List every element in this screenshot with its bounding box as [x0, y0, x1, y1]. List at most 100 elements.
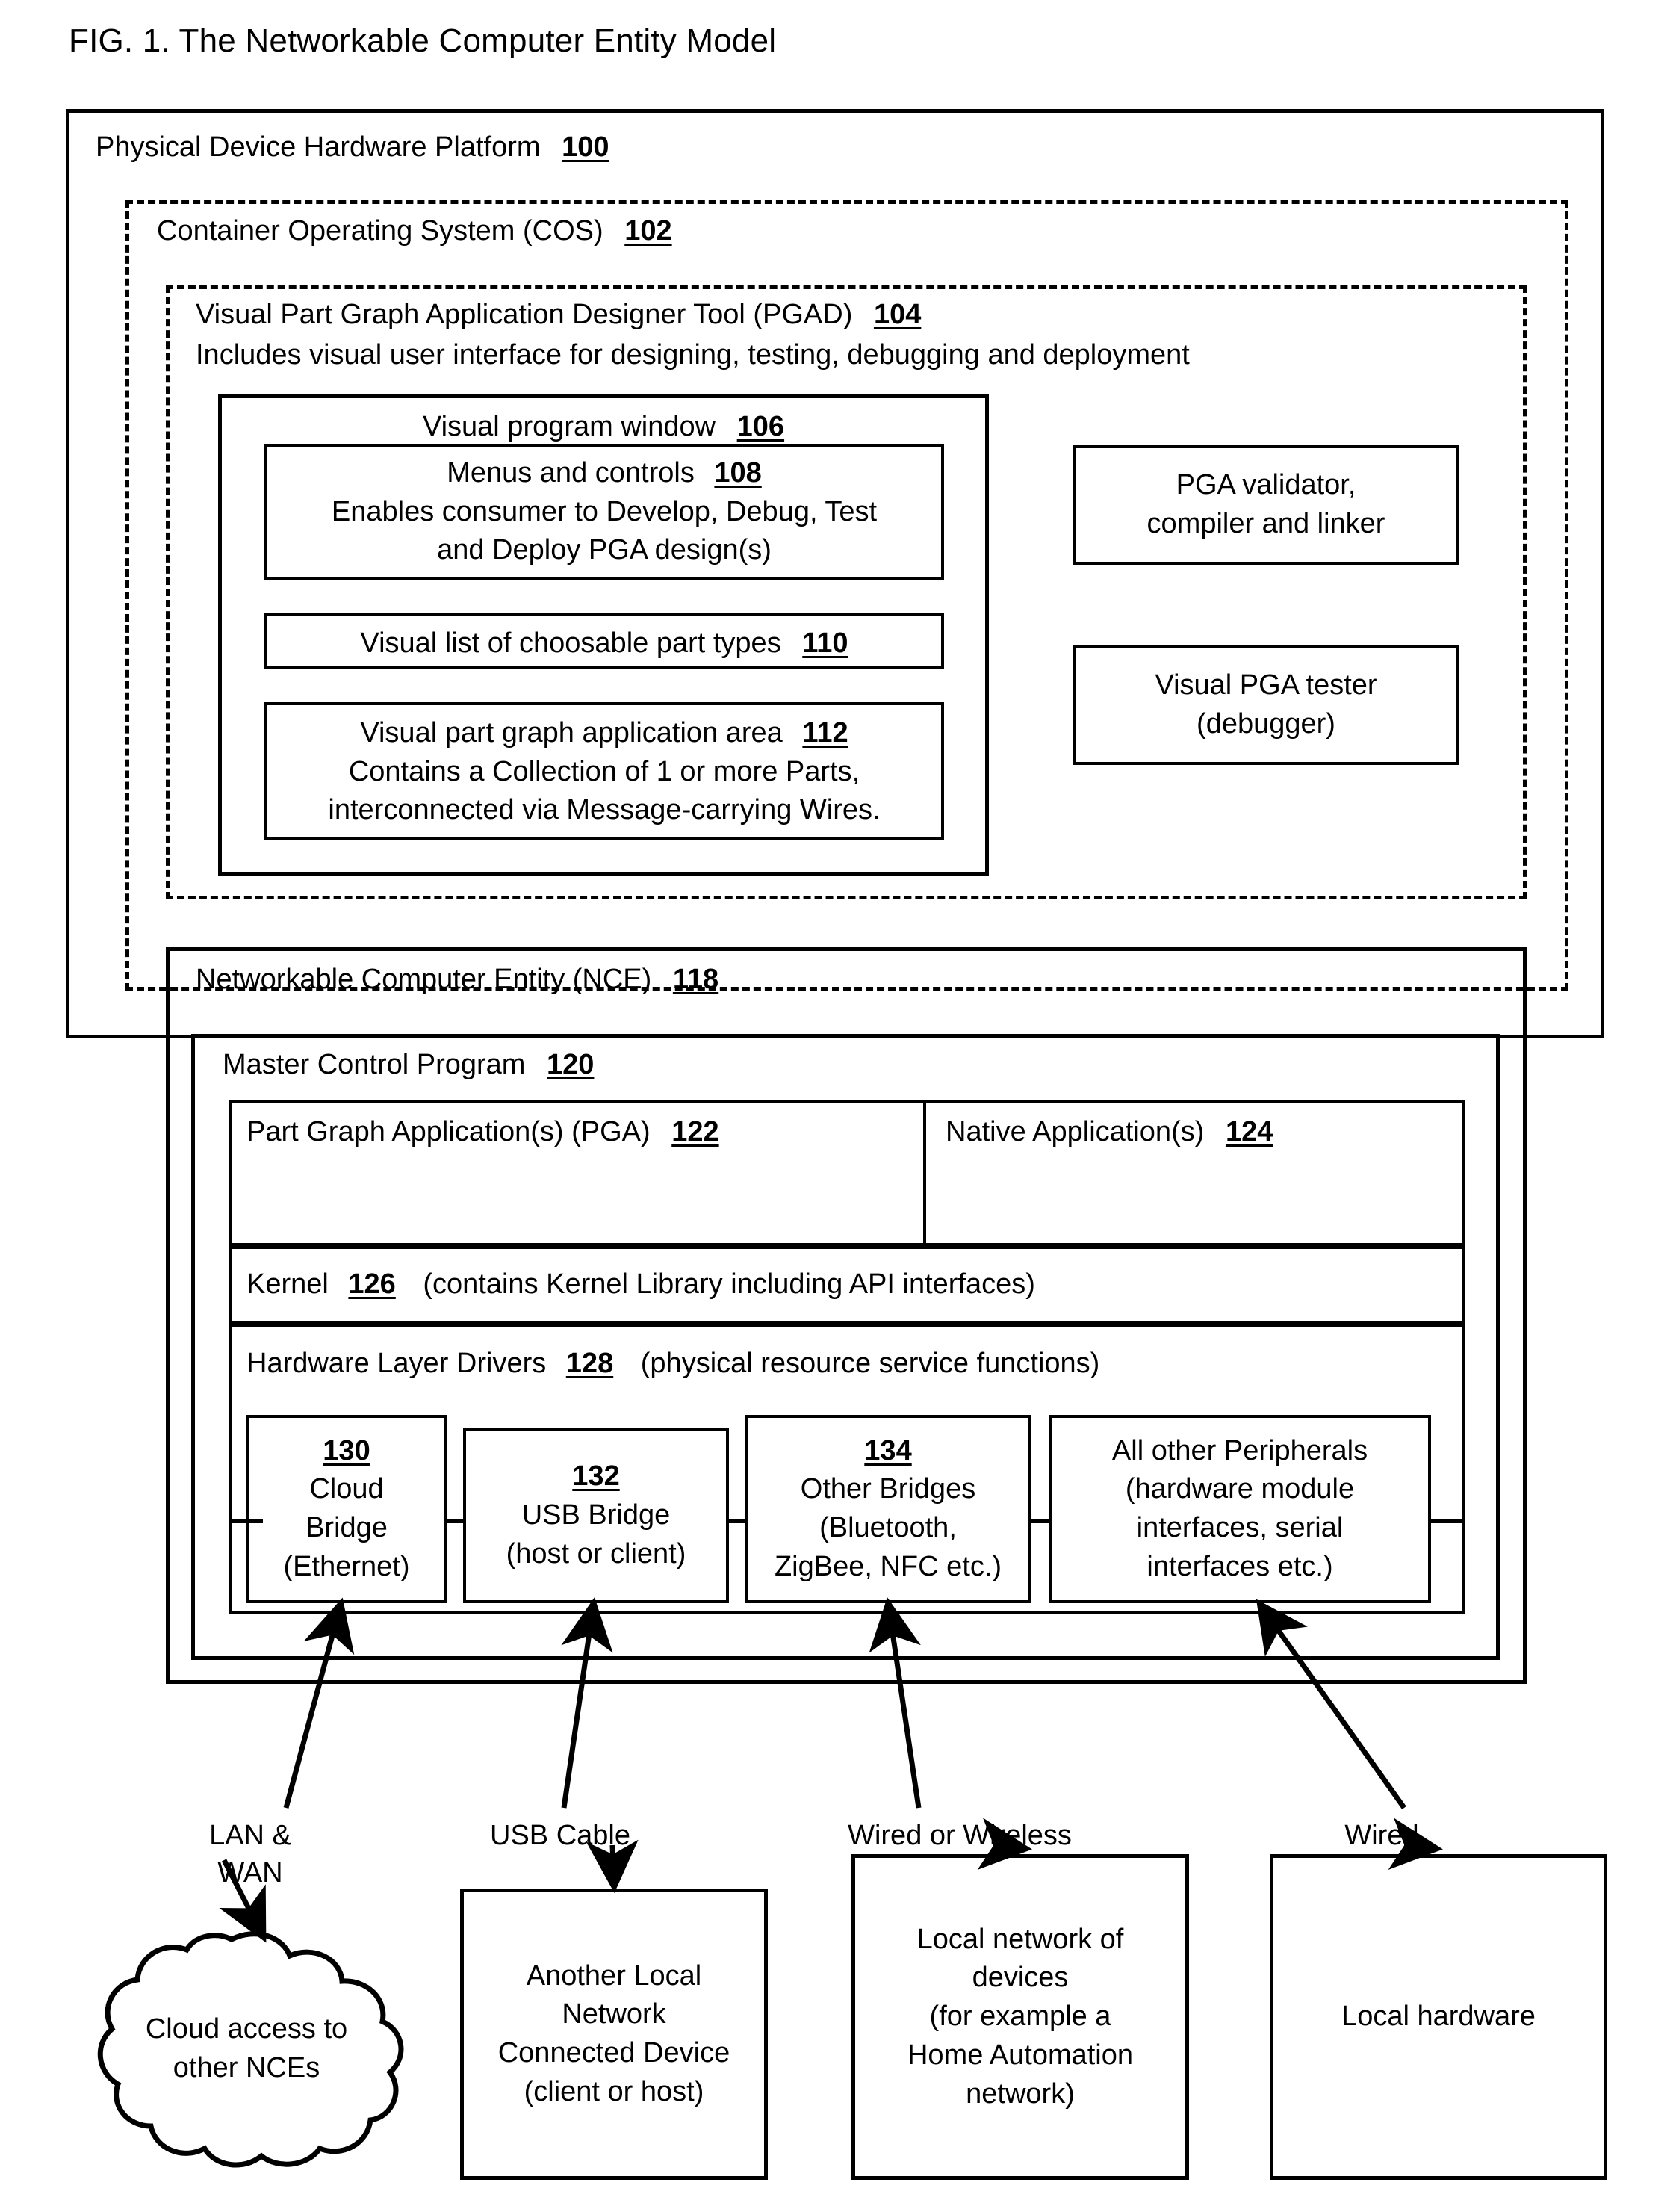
- visual-pga-tester-line2: (debugger): [1197, 708, 1335, 740]
- visual-program-window-ref: 106: [736, 411, 785, 442]
- pga-validator-line2: compiler and linker: [1146, 508, 1385, 539]
- native-applications-title: Native Application(s) 124: [946, 1113, 1273, 1150]
- kernel-ref: 126: [348, 1268, 396, 1300]
- mcp-title-text: Master Control Program: [223, 1049, 526, 1080]
- local-network-of-devices-line4: Home Automation: [907, 2039, 1134, 2071]
- nce-ref: 118: [672, 964, 719, 995]
- local-network-of-devices-line5: network): [966, 2078, 1075, 2110]
- app-area-title-line: Visual part graph application area 112: [264, 714, 944, 753]
- all-other-peripherals-line1: All other Peripherals: [1111, 1434, 1368, 1466]
- figure-caption: FIG. 1. The Networkable Computer Entity …: [69, 22, 777, 59]
- local-network-of-devices-line2: devices: [972, 1962, 1069, 1994]
- all-other-peripherals-content: All other Peripherals (hardware module i…: [1049, 1415, 1431, 1603]
- kernel-title: Kernel 126 (contains Kernel Library incl…: [246, 1265, 1035, 1303]
- connection-label-wired-or-wireless-line1: Wired or Wireless: [848, 1820, 1072, 1851]
- menus-and-controls-line3: and Deploy PGA design(s): [437, 534, 772, 566]
- another-local-network-device-content: Another Local Network Connected Device (…: [460, 1889, 768, 2180]
- connection-label-lan-wan-line2: WAN: [217, 1857, 283, 1889]
- pgad-ref: 104: [873, 299, 922, 330]
- native-applications-title-text: Native Application(s): [946, 1116, 1205, 1147]
- connection-label-lan-wan-line1: LAN &: [209, 1820, 291, 1851]
- another-local-network-device-line3: Connected Device: [497, 2037, 730, 2069]
- other-bridges-line2: (Bluetooth,: [819, 1512, 957, 1543]
- pga-applications-title-text: Part Graph Application(s) (PGA): [246, 1116, 651, 1147]
- connection-label-wired-line1: Wired: [1344, 1820, 1419, 1851]
- app-area-ref: 112: [802, 717, 848, 749]
- applications-row-divider: [923, 1100, 926, 1246]
- visual-program-window-title: Visual program window 106: [218, 408, 989, 447]
- pga-applications-title: Part Graph Application(s) (PGA) 122: [246, 1113, 719, 1150]
- app-area-line3: interconnected via Message-carrying Wire…: [328, 794, 881, 826]
- native-applications-ref: 124: [1225, 1116, 1273, 1147]
- local-network-of-devices-content: Local network of devices (for example a …: [851, 1854, 1189, 2180]
- local-hardware-line1: Local hardware: [1341, 2001, 1536, 2033]
- menus-and-controls-ref: 108: [714, 457, 762, 489]
- pgad-title-text: Visual Part Graph Application Designer T…: [196, 299, 853, 330]
- other-bridges-ref: 134: [864, 1434, 912, 1466]
- visual-list-part-types-content: Visual list of choosable part types 110: [264, 625, 944, 663]
- usb-bridge-content: 132 USB Bridge (host or client): [463, 1428, 729, 1603]
- pga-validator-content: PGA validator, compiler and linker: [1073, 445, 1459, 565]
- cloud-bridge-line2: Bridge: [305, 1512, 388, 1543]
- cloud-access-content: Cloud access to other NCEs: [96, 1936, 397, 2162]
- visual-part-graph-app-area-content: Visual part graph application area 112 C…: [264, 714, 944, 830]
- menus-and-controls-title-line: Menus and controls 108: [264, 454, 944, 493]
- pga-validator-line1: PGA validator,: [1176, 469, 1356, 501]
- usb-bridge-line2: (host or client): [506, 1537, 686, 1570]
- menus-and-controls-line2: Enables consumer to Develop, Debug, Test: [331, 495, 878, 527]
- kernel-title-text: Kernel: [246, 1268, 329, 1300]
- visual-pga-tester-content: Visual PGA tester (debugger): [1073, 645, 1459, 765]
- bridge-connector-3-4: [1029, 1519, 1049, 1523]
- cloud-bridge-line1: Cloud: [309, 1473, 384, 1505]
- connection-label-usb-cable-line1: USB Cable: [490, 1820, 630, 1851]
- other-bridges-line1: Other Bridges: [800, 1473, 976, 1505]
- connection-label-wired: Wired: [1270, 1817, 1494, 1854]
- usb-bridge-line1: USB Bridge: [521, 1499, 671, 1531]
- another-local-network-device-line2: Network: [562, 1998, 666, 2030]
- mcp-ref: 120: [547, 1049, 595, 1080]
- figure-page: FIG. 1. The Networkable Computer Entity …: [0, 0, 1676, 2212]
- visual-pga-tester-line1: Visual PGA tester: [1155, 669, 1377, 701]
- other-bridges-content: 134 Other Bridges (Bluetooth, ZigBee, NF…: [745, 1415, 1031, 1603]
- hardware-layer-drivers-ref: 128: [565, 1348, 614, 1379]
- cloud-bridge-ref: 130: [323, 1434, 370, 1466]
- cloud-bridge-line3: (Ethernet): [283, 1550, 410, 1582]
- cos-ref: 102: [624, 215, 672, 247]
- cloud-access-line1: Cloud access to: [145, 2013, 348, 2045]
- menus-and-controls-content: Menus and controls 108 Enables consumer …: [264, 454, 944, 570]
- all-other-peripherals-line2: (hardware module: [1125, 1473, 1355, 1505]
- cloud-access-line2: other NCEs: [173, 2052, 320, 2084]
- other-bridges-line3: ZigBee, NFC etc.): [774, 1550, 1002, 1582]
- all-other-peripherals-line4: interfaces etc.): [1146, 1550, 1333, 1582]
- app-area-line2: Contains a Collection of 1 or more Parts…: [348, 755, 860, 787]
- local-network-of-devices-line1: Local network of: [916, 1923, 1124, 1955]
- hardware-layer-drivers-title-text: Hardware Layer Drivers: [246, 1348, 547, 1379]
- connection-label-wired-or-wireless: Wired or Wireless: [803, 1817, 1117, 1854]
- app-area-title-text: Visual part graph application area: [360, 717, 783, 749]
- pgad-title: Visual Part Graph Application Designer T…: [196, 296, 921, 333]
- visual-list-part-types-title-text: Visual list of choosable part types: [360, 628, 781, 659]
- bridge-connector-1-2: [445, 1519, 465, 1523]
- nce-title-text: Networkable Computer Entity (NCE): [196, 964, 652, 995]
- another-local-network-device-line4: (client or host): [524, 2075, 704, 2107]
- cloud-bridge-content: 130 Cloud Bridge (Ethernet): [246, 1415, 447, 1603]
- pga-applications-ref: 122: [671, 1116, 719, 1147]
- connection-label-usb-cable: USB Cable: [433, 1817, 687, 1854]
- bridge-connector-2-3: [727, 1519, 747, 1523]
- hardware-layer-drivers-note: (physical resource service functions): [640, 1348, 1100, 1379]
- cos-title: Container Operating System (COS) 102: [157, 212, 672, 250]
- local-hardware-content: Local hardware: [1270, 1854, 1607, 2180]
- hardware-layer-drivers-title: Hardware Layer Drivers 128 (physical res…: [246, 1345, 1099, 1382]
- visual-list-part-types-ref: 110: [802, 628, 848, 659]
- another-local-network-device-line1: Another Local: [526, 1959, 702, 1992]
- visual-program-window-title-text: Visual program window: [422, 411, 716, 442]
- all-other-peripherals-line3: interfaces, serial: [1136, 1512, 1344, 1543]
- local-network-of-devices-line3: (for example a: [929, 2001, 1111, 2033]
- usb-bridge-ref: 132: [572, 1460, 620, 1493]
- platform-ref: 100: [562, 131, 609, 163]
- mcp-title: Master Control Program 120: [223, 1046, 594, 1083]
- menus-and-controls-title-text: Menus and controls: [447, 457, 695, 489]
- connection-label-lan-wan: LAN & WAN: [157, 1817, 344, 1892]
- platform-title-text: Physical Device Hardware Platform: [96, 131, 541, 163]
- cos-title-text: Container Operating System (COS): [157, 215, 603, 247]
